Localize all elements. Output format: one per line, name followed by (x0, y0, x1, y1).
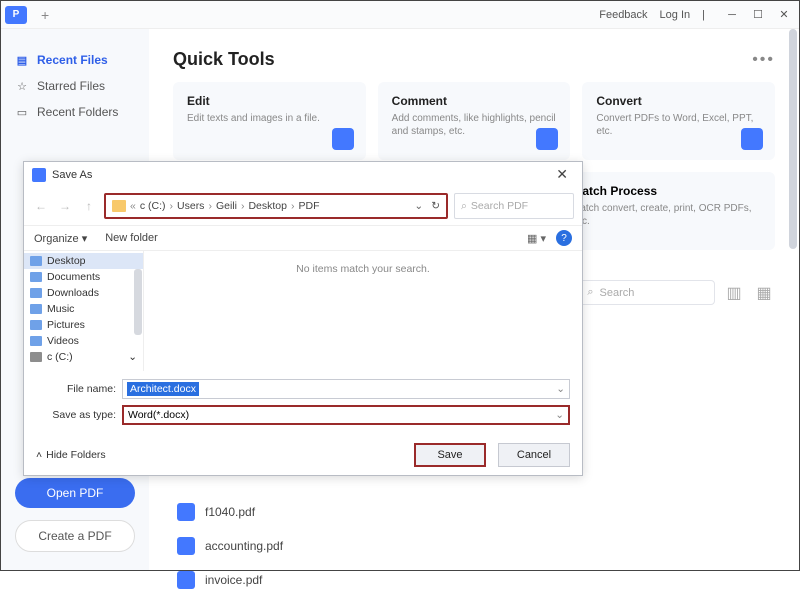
create-pdf-button[interactable]: Create a PDF (15, 520, 135, 552)
save-as-type-value: Word(*.docx) (128, 409, 189, 421)
file-item[interactable]: invoice.pdf (173, 563, 775, 597)
more-menu[interactable]: ••• (752, 51, 775, 69)
dialog-app-icon (32, 168, 46, 182)
sidebar-item-starred-files[interactable]: ☆ Starred Files (1, 73, 149, 99)
sidebar-item-label: Recent Files (37, 53, 108, 67)
file-item[interactable]: accounting.pdf (173, 529, 775, 563)
search-placeholder: Search PDF (471, 200, 528, 212)
pdf-file-icon (177, 503, 195, 521)
card-title: Edit (187, 94, 352, 108)
minimize-button[interactable]: ─ (721, 6, 743, 24)
tree-item-documents[interactable]: Documents (24, 269, 143, 285)
refresh-button[interactable]: ↻ (431, 200, 440, 212)
empty-message: No items match your search. (296, 263, 430, 275)
card-title: Convert (596, 94, 761, 108)
app-logo-tab[interactable]: P (5, 6, 27, 24)
dialog-title: Save As (52, 169, 92, 181)
feedback-link[interactable]: Feedback (599, 9, 647, 21)
login-link[interactable]: Log In (660, 9, 691, 21)
card-desc: Edit texts and images in a file. (187, 112, 352, 125)
sidebar-item-label: Starred Files (37, 79, 105, 93)
maximize-button[interactable]: ☐ (747, 6, 769, 24)
card-edit[interactable]: Edit Edit texts and images in a file. (173, 82, 366, 160)
save-as-dialog: Save As ✕ ← → ↑ « c (C:)› Users› Geili› … (23, 161, 583, 476)
organize-menu[interactable]: Organize ▾ (34, 232, 87, 245)
tree-item-desktop[interactable]: Desktop (24, 253, 143, 269)
edit-icon (332, 128, 354, 150)
tree-item-pictures[interactable]: Pictures (24, 317, 143, 333)
quick-tools-heading: Quick Tools (173, 49, 275, 70)
filename-value: Architect.docx (127, 382, 199, 396)
path-segment[interactable]: c (C:) (140, 200, 166, 212)
card-desc: Add comments, like highlights, pencil an… (392, 112, 557, 138)
save-button[interactable]: Save (414, 443, 486, 467)
tree-scrollbar[interactable] (134, 269, 142, 335)
folder-icon (112, 200, 126, 212)
search-input[interactable]: ⌕ Search (578, 280, 715, 305)
card-comment[interactable]: Comment Add comments, like highlights, p… (378, 82, 571, 160)
file-icon: ▤ (15, 53, 29, 67)
sidebar-item-recent-files[interactable]: ▤ Recent Files (1, 47, 149, 73)
breadcrumb-path[interactable]: « c (C:)› Users› Geili› Desktop› PDF ⌄ ↻ (104, 193, 448, 219)
dialog-close-button[interactable]: ✕ (550, 166, 574, 183)
path-segment[interactable]: PDF (298, 200, 319, 212)
window-scrollbar[interactable] (789, 29, 797, 249)
tree-item-downloads[interactable]: Downloads (24, 285, 143, 301)
folder-tree: Desktop Documents Downloads Music Pictur… (24, 251, 144, 371)
nav-forward-button[interactable]: → (56, 197, 74, 215)
close-window-button[interactable]: ✕ (773, 6, 795, 24)
save-as-type-select[interactable]: Word(*.docx) ⌄ (122, 405, 570, 425)
pdf-file-icon (177, 537, 195, 555)
save-as-type-label: Save as type: (36, 409, 116, 421)
tree-item-music[interactable]: Music (24, 301, 143, 317)
file-list-area: No items match your search. (144, 251, 582, 371)
path-segment[interactable]: Users (177, 200, 204, 212)
card-convert[interactable]: Convert Convert PDFs to Word, Excel, PPT… (582, 82, 775, 160)
card-title: Batch Process (574, 184, 761, 198)
star-icon: ☆ (15, 79, 29, 93)
file-name: accounting.pdf (205, 539, 283, 553)
sidebar-item-recent-folders[interactable]: ▭ Recent Folders (1, 99, 149, 125)
nav-back-button[interactable]: ← (32, 197, 50, 215)
new-folder-button[interactable]: New folder (105, 232, 158, 244)
search-icon: ⌕ (587, 286, 593, 299)
chevron-up-icon: ˄ (36, 449, 42, 461)
open-pdf-button[interactable]: Open PDF (15, 478, 135, 508)
comment-icon (536, 128, 558, 150)
window-titlebar: P + Feedback Log In | ─ ☐ ✕ (1, 1, 799, 29)
search-icon: ⌕ (461, 200, 467, 213)
path-segment[interactable]: Geili (216, 200, 237, 212)
filename-input[interactable]: Architect.docx ⌄ (122, 379, 570, 399)
convert-icon (741, 128, 763, 150)
cancel-button[interactable]: Cancel (498, 443, 570, 467)
chevron-down-icon[interactable]: ⌄ (414, 200, 423, 212)
dialog-search-input[interactable]: ⌕ Search PDF (454, 193, 574, 219)
card-desc: Batch convert, create, print, OCR PDFs, … (574, 202, 761, 228)
file-name: invoice.pdf (205, 573, 262, 587)
nav-up-button[interactable]: ↑ (80, 197, 98, 215)
file-item[interactable]: f1040.pdf (173, 495, 775, 529)
tree-item-videos[interactable]: Videos (24, 333, 143, 349)
divider: | (702, 9, 705, 21)
view-mode-button[interactable]: ▦ ▾ (527, 232, 546, 245)
help-button[interactable]: ? (556, 230, 572, 246)
view-grid-button[interactable]: ▦ (753, 282, 775, 304)
pdf-file-icon (177, 571, 195, 589)
sidebar-item-label: Recent Folders (37, 105, 118, 119)
file-name: f1040.pdf (205, 505, 255, 519)
new-tab-button[interactable]: + (41, 7, 49, 23)
card-desc: Convert PDFs to Word, Excel, PPT, etc. (596, 112, 761, 138)
path-segment[interactable]: Desktop (248, 200, 287, 212)
card-title: Comment (392, 94, 557, 108)
filename-label: File name: (36, 383, 116, 395)
hide-folders-toggle[interactable]: ˄ Hide Folders (36, 449, 106, 461)
tree-item-drive-c[interactable]: c (C:)⌄ (24, 349, 143, 365)
folder-icon: ▭ (15, 105, 29, 119)
search-placeholder: Search (600, 287, 635, 299)
view-list-button[interactable]: ▥ (723, 282, 745, 304)
card-batch-process[interactable]: Batch Process Batch convert, create, pri… (560, 172, 775, 250)
